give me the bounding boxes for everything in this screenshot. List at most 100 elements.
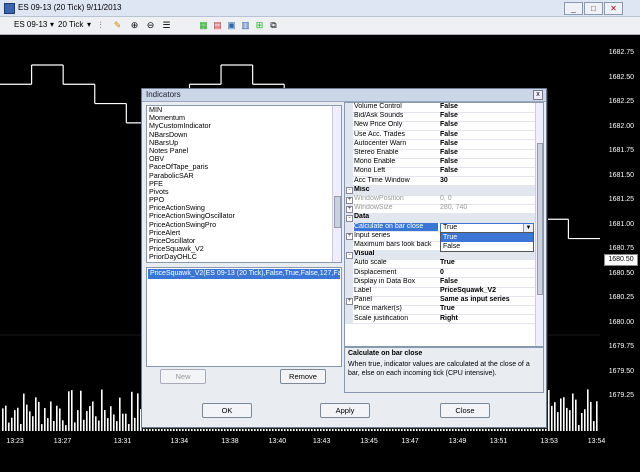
- indicator-list-item[interactable]: Notes Panel: [147, 146, 341, 155]
- applied-indicators-list[interactable]: PriceSquawk_V2(ES 09-13 (20 Tick),False,…: [146, 267, 342, 367]
- indicator-list-item[interactable]: Range: [147, 261, 341, 262]
- indicator-list-item[interactable]: PriorDayOHLC: [147, 253, 341, 261]
- indicators-icon[interactable]: ▦: [198, 20, 209, 31]
- properties-icon[interactable]: ☰: [161, 20, 172, 31]
- indicator-list-item[interactable]: ParabolicSAR: [147, 171, 341, 180]
- pencil-icon[interactable]: ✎: [112, 20, 123, 31]
- volume-bar: [578, 425, 580, 431]
- volume-bar: [29, 411, 31, 431]
- indicators-dialog: Indicators x MIN Momentum MyCustomIndicato…: [141, 88, 547, 428]
- row-gutter: -: [345, 213, 353, 223]
- property-value[interactable]: False: [440, 112, 458, 121]
- crosshair-icon[interactable]: ⊞: [254, 20, 265, 31]
- property-value[interactable]: False: [440, 278, 458, 287]
- new-button[interactable]: New: [160, 369, 206, 384]
- property-name: WindowSize: [354, 204, 393, 212]
- property-name: Data: [354, 213, 370, 221]
- current-price-marker: 1680.50: [604, 254, 638, 266]
- property-row[interactable]: Scale justification Right: [345, 314, 535, 325]
- collapse-icon[interactable]: -: [346, 214, 353, 222]
- zoom-in-icon[interactable]: ⊕: [129, 20, 140, 31]
- row-gutter: [345, 167, 353, 177]
- volume-bar: [575, 399, 577, 431]
- expand-icon[interactable]: +: [346, 233, 353, 241]
- volume-bar: [560, 398, 562, 431]
- property-value[interactable]: False: [440, 158, 458, 167]
- expand-icon[interactable]: +: [346, 196, 353, 204]
- property-value[interactable]: Same as input series: [440, 296, 510, 305]
- row-gutter: [345, 103, 353, 112]
- expand-icon[interactable]: +: [346, 205, 353, 213]
- property-grid[interactable]: Volume Control False Bid/Ask Sounds False Ne…: [344, 102, 544, 347]
- close-button[interactable]: Close: [440, 403, 490, 418]
- expand-icon[interactable]: +: [346, 297, 353, 305]
- minimize-button[interactable]: _: [564, 2, 583, 15]
- application-window: ES 09-13 (20 Tick) 9/11/2013 _ □ ✕ ES 09…: [0, 0, 640, 472]
- property-value[interactable]: False: [440, 131, 458, 140]
- volume-bar: [8, 422, 10, 431]
- dialog-close-icon[interactable]: x: [533, 90, 543, 100]
- instrument-selector[interactable]: ES 09-13: [14, 20, 47, 29]
- property-value[interactable]: True: [440, 259, 455, 268]
- snapshot-icon[interactable]: ⧉: [268, 20, 279, 31]
- chevron-down-icon[interactable]: ▾: [50, 20, 54, 29]
- property-value[interactable]: False: [440, 167, 458, 176]
- chevron-down-icon[interactable]: ▾: [87, 20, 91, 29]
- property-value[interactable]: False: [440, 121, 458, 130]
- volume-bar: [113, 414, 115, 431]
- row-gutter: [345, 259, 353, 269]
- chart-trader-icon[interactable]: ▥: [240, 20, 251, 31]
- dropdown-option[interactable]: True: [441, 232, 533, 242]
- scrollbar-thumb[interactable]: [334, 196, 341, 228]
- volume-bar: [101, 389, 103, 431]
- volume-bar: [104, 410, 106, 431]
- property-value[interactable]: Right: [440, 315, 458, 324]
- property-name: Label: [354, 287, 372, 294]
- applied-indicator-item[interactable]: PriceSquawk_V2(ES 09-13 (20 Tick),False,…: [148, 269, 340, 279]
- available-indicators-list[interactable]: MIN Momentum MyCustomIndicator NBarsDown NBa…: [146, 105, 342, 263]
- close-window-button[interactable]: ✕: [604, 2, 623, 15]
- bar-type-icon[interactable]: ⫶: [95, 20, 106, 31]
- grid-scrollbar[interactable]: [535, 103, 543, 346]
- apply-button[interactable]: Apply: [320, 403, 370, 418]
- property-value[interactable]: 280, 740: [440, 204, 467, 213]
- list-scrollbar[interactable]: [332, 106, 341, 262]
- time-tick-label: 13:23: [6, 438, 24, 445]
- property-value[interactable]: 30: [440, 177, 448, 186]
- volume-bar: [92, 401, 94, 431]
- property-value[interactable]: False: [440, 149, 458, 158]
- ok-button[interactable]: OK: [202, 403, 252, 418]
- indicator-list-item[interactable]: PFE: [147, 179, 341, 188]
- property-value[interactable]: False: [440, 140, 458, 149]
- data-box-icon[interactable]: ▣: [226, 20, 237, 31]
- property-value[interactable]: True: [440, 305, 455, 314]
- remove-button[interactable]: Remove: [280, 369, 326, 384]
- scrollbar-thumb[interactable]: [537, 143, 543, 295]
- volume-bar: [593, 421, 595, 431]
- strategies-icon[interactable]: ▤: [212, 20, 223, 31]
- property-value[interactable]: False: [440, 103, 458, 112]
- volume-bar: [80, 390, 82, 431]
- interval-selector[interactable]: 20 Tick: [58, 20, 83, 29]
- dropdown-option[interactable]: False: [441, 242, 533, 251]
- volume-bar: [50, 401, 52, 431]
- volume-bar: [596, 401, 598, 431]
- volume-bar: [566, 407, 568, 431]
- volume-bar: [74, 422, 76, 431]
- zoom-out-icon[interactable]: ⊖: [145, 20, 156, 31]
- property-value[interactable]: PriceSquawk_V2: [440, 287, 496, 296]
- maximize-button[interactable]: □: [584, 2, 603, 15]
- row-gutter: [345, 121, 353, 131]
- collapse-icon[interactable]: -: [346, 251, 353, 259]
- property-name: Display in Data Box: [354, 277, 416, 285]
- price-tick-label: 1682.00: [608, 122, 634, 130]
- property-value[interactable]: 0: [440, 269, 444, 278]
- property-value[interactable]: 0, 0: [440, 195, 452, 204]
- indicator-list-item[interactable]: Pivots: [147, 187, 341, 196]
- row-gutter: [345, 222, 353, 232]
- volume-bar: [71, 390, 73, 431]
- volume-bar: [38, 402, 40, 431]
- property-name: New Price Only: [354, 121, 403, 129]
- collapse-icon[interactable]: -: [346, 187, 353, 195]
- volume-bar: [26, 404, 28, 431]
